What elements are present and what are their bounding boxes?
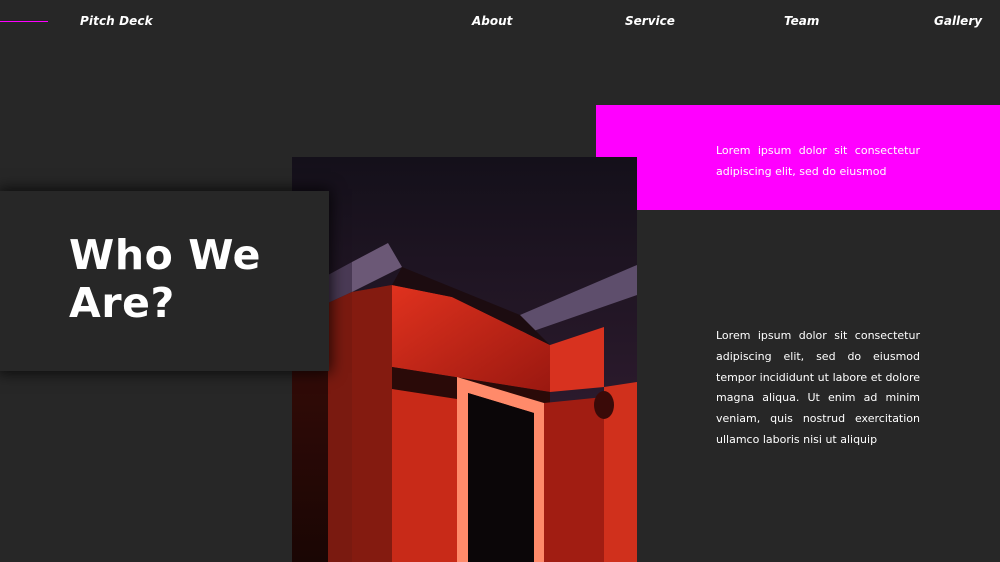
photo-illustration bbox=[292, 157, 637, 562]
nav-team[interactable]: Team bbox=[784, 14, 819, 28]
red-doorway-photo bbox=[292, 157, 637, 562]
nav-about[interactable]: About bbox=[472, 14, 512, 28]
nav-service[interactable]: Service bbox=[625, 14, 675, 28]
top-nav: About Service Team Gallery bbox=[0, 14, 1000, 34]
slide: Pitch Deck About Service Team Gallery Lo… bbox=[0, 0, 1000, 562]
page-title: Who We Are? bbox=[69, 231, 262, 327]
body-paragraph: Lorem ipsum dolor sit consectetur adipis… bbox=[716, 329, 920, 446]
nav-gallery[interactable]: Gallery bbox=[934, 14, 982, 28]
callout-text: Lorem ipsum dolor sit consectetur adipis… bbox=[716, 144, 920, 178]
